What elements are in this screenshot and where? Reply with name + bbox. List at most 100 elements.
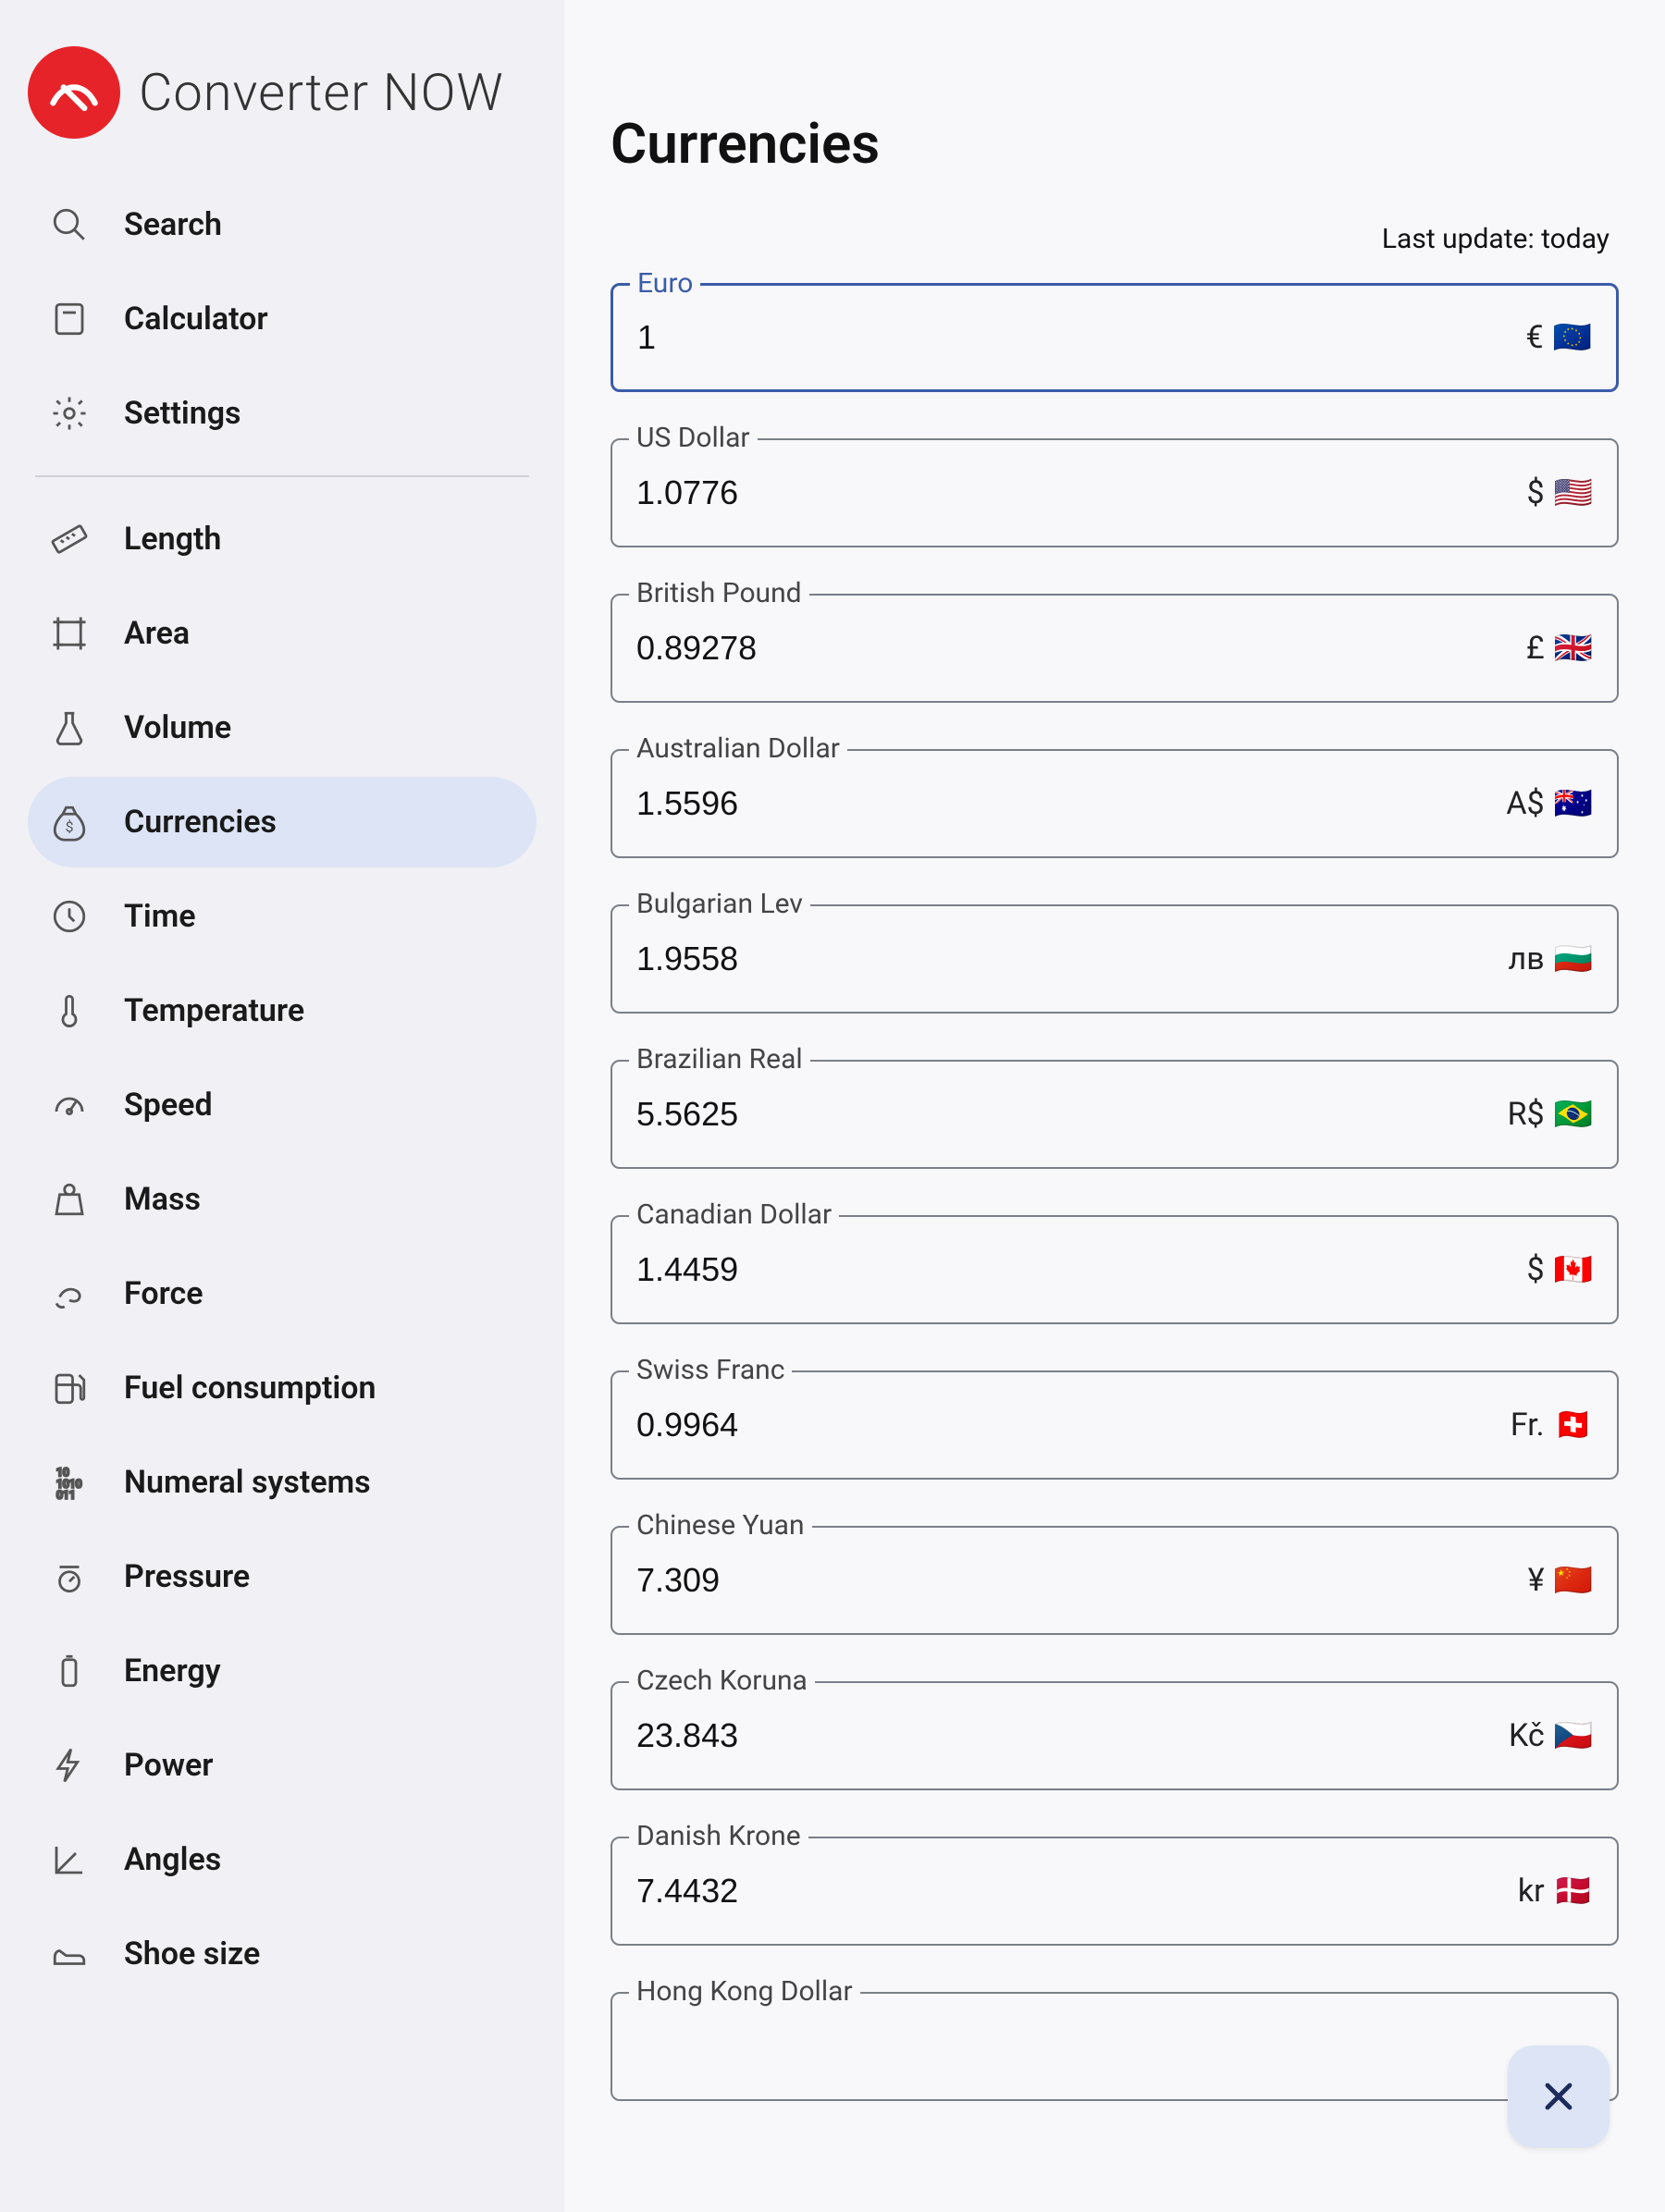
currency-label: Euro — [630, 267, 700, 300]
currency-field-hong kong dollar[interactable]: Hong Kong Dollar — [610, 1992, 1619, 2101]
app-logo-row: Converter NOW — [28, 37, 536, 176]
currency-suffix: лв 🇧🇬 — [1509, 940, 1593, 977]
sidebar-tool-settings[interactable]: Settings — [28, 368, 536, 459]
currency-field-australian dollar[interactable]: Australian Dollar A$ 🇦🇺 — [610, 749, 1619, 858]
currency-field-czech koruna[interactable]: Czech Koruna Kč 🇨🇿 — [610, 1681, 1619, 1790]
currency-suffix: ¥ 🇨🇳 — [1528, 1562, 1593, 1599]
thermometer-icon — [50, 991, 89, 1030]
sidebar-item-energy[interactable]: Energy — [28, 1626, 536, 1716]
clear-fab[interactable] — [1508, 2046, 1610, 2147]
sidebar-item-pressure[interactable]: Pressure — [28, 1531, 536, 1622]
battery-icon — [50, 1652, 89, 1690]
search-icon — [50, 205, 89, 244]
currency-field-british pound[interactable]: British Pound £ 🇬🇧 — [610, 594, 1619, 703]
nav-label: Angles — [124, 1841, 221, 1878]
main-content: Currencies Last update: today Euro € 🇪🇺 … — [564, 0, 1665, 2212]
sidebar-item-shoesize[interactable]: Shoe size — [28, 1909, 536, 1999]
currency-field-swiss franc[interactable]: Swiss Franc Fr. 🇨🇭 — [610, 1370, 1619, 1480]
currency-label: Chinese Yuan — [629, 1509, 812, 1542]
fuel-icon — [50, 1369, 89, 1407]
currency-input[interactable] — [636, 629, 1526, 668]
flag-icon: 🇨🇦 — [1554, 1251, 1593, 1288]
flag-icon: 🇦🇺 — [1554, 785, 1593, 822]
currency-label: Brazilian Real — [629, 1043, 810, 1075]
flag-icon: 🇬🇧 — [1554, 630, 1593, 667]
currency-field-danish krone[interactable]: Danish Krone kr 🇩🇰 — [610, 1837, 1619, 1946]
currency-input[interactable] — [636, 940, 1509, 978]
flag-icon: 🇨🇭 — [1554, 1407, 1593, 1444]
nav-label: Time — [124, 898, 196, 935]
nav-label: Numeral systems — [124, 1464, 371, 1501]
nav-label: Temperature — [124, 992, 304, 1029]
sidebar-item-area[interactable]: Area — [28, 588, 536, 679]
sidebar-item-volume[interactable]: Volume — [28, 682, 536, 773]
currency-label: Bulgarian Lev — [629, 888, 810, 920]
currency-input[interactable] — [636, 1250, 1527, 1289]
sidebar-item-mass[interactable]: Mass — [28, 1154, 536, 1245]
sidebar-item-angles[interactable]: Angles — [28, 1814, 536, 1905]
currency-suffix: £ 🇬🇧 — [1526, 630, 1593, 667]
sidebar-divider — [35, 475, 529, 477]
currency-input[interactable] — [636, 473, 1527, 512]
currency-input[interactable] — [636, 784, 1506, 823]
currency-input[interactable] — [636, 1716, 1509, 1755]
pressure-icon — [50, 1557, 89, 1596]
currency-suffix: Kč 🇨🇿 — [1509, 1717, 1593, 1754]
sidebar-item-currencies[interactable]: $ Currencies — [28, 777, 536, 867]
currency-field-canadian dollar[interactable]: Canadian Dollar $ 🇨🇦 — [610, 1215, 1619, 1324]
currency-suffix: A$ 🇦🇺 — [1506, 785, 1593, 822]
app-logo-icon — [28, 46, 120, 139]
nav-label: Currencies — [124, 804, 277, 841]
sidebar-item-power[interactable]: Power — [28, 1720, 536, 1811]
sidebar-item-temperature[interactable]: Temperature — [28, 965, 536, 1056]
sidebar-item-speed[interactable]: Speed — [28, 1060, 536, 1150]
sidebar-tool-calculator[interactable]: Calculator — [28, 274, 536, 364]
nav-label: Fuel consumption — [124, 1370, 376, 1407]
page-title: Currencies — [610, 111, 1619, 177]
currency-label: Swiss Franc — [629, 1354, 792, 1386]
gauge-icon — [50, 1086, 89, 1124]
area-icon — [50, 614, 89, 653]
angle-icon — [50, 1840, 89, 1879]
currency-input[interactable] — [637, 318, 1526, 357]
sidebar: Converter NOW Search Calculator Settings… — [0, 0, 564, 2212]
nav-label: Calculator — [124, 301, 268, 338]
app-title: Converter NOW — [139, 62, 504, 123]
sidebar-item-length[interactable]: Length — [28, 494, 536, 584]
flag-icon: 🇧🇬 — [1554, 940, 1593, 977]
sidebar-item-force[interactable]: Force — [28, 1248, 536, 1339]
nav-label: Mass — [124, 1181, 201, 1218]
flag-icon: 🇪🇺 — [1553, 319, 1592, 356]
sidebar-item-fuel[interactable]: Fuel consumption — [28, 1343, 536, 1433]
flag-icon: 🇨🇿 — [1554, 1717, 1593, 1754]
currency-field-chinese yuan[interactable]: Chinese Yuan ¥ 🇨🇳 — [610, 1526, 1619, 1635]
currency-label: Danish Krone — [629, 1820, 808, 1852]
currency-field-euro[interactable]: Euro € 🇪🇺 — [610, 283, 1619, 392]
sidebar-item-time[interactable]: Time — [28, 871, 536, 962]
weight-icon — [50, 1180, 89, 1219]
nav-label: Speed — [124, 1087, 213, 1124]
flask-icon — [50, 708, 89, 747]
currency-label: Czech Koruna — [629, 1665, 815, 1697]
currency-input[interactable] — [636, 2027, 1593, 2066]
ruler-icon — [50, 520, 89, 559]
binary-icon: 101010011 — [50, 1463, 89, 1502]
currency-input[interactable] — [636, 1561, 1528, 1600]
nav-label: Area — [124, 615, 190, 652]
currency-label: British Pound — [629, 577, 809, 609]
nav-label: Settings — [124, 395, 241, 432]
clock-icon — [50, 897, 89, 936]
flag-icon: 🇺🇸 — [1554, 474, 1593, 511]
currency-input[interactable] — [636, 1872, 1518, 1911]
nav-label: Length — [124, 521, 221, 558]
currency-input[interactable] — [636, 1406, 1511, 1444]
currency-suffix: € 🇪🇺 — [1526, 319, 1592, 356]
sidebar-tool-search[interactable]: Search — [28, 179, 536, 270]
nav-label: Pressure — [124, 1558, 250, 1595]
settings-icon — [50, 394, 89, 433]
currency-field-us dollar[interactable]: US Dollar $ 🇺🇸 — [610, 438, 1619, 547]
currency-field-bulgarian lev[interactable]: Bulgarian Lev лв 🇧🇬 — [610, 904, 1619, 1014]
sidebar-item-numeral[interactable]: 101010011 Numeral systems — [28, 1437, 536, 1528]
currency-input[interactable] — [636, 1095, 1508, 1134]
currency-field-brazilian real[interactable]: Brazilian Real R$ 🇧🇷 — [610, 1060, 1619, 1169]
